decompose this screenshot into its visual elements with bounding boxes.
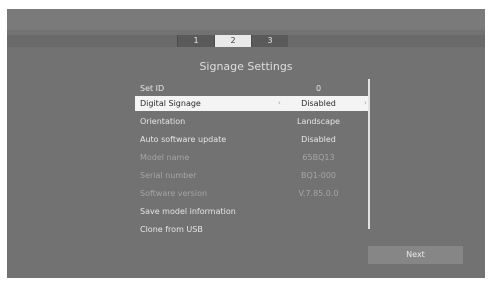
step-2-current: 2: [214, 35, 251, 47]
setting-value: 65BQ13: [302, 153, 335, 162]
top-bar: [7, 9, 485, 30]
setting-value: Disabled: [301, 99, 336, 108]
chevron-right-icon[interactable]: ›: [364, 96, 367, 111]
setting-label: Save model information: [140, 207, 236, 216]
step-indicator: 1 2 3: [7, 35, 485, 47]
setting-value: V.7.85.0.0: [298, 189, 339, 198]
setting-label: Software version: [140, 189, 208, 198]
setting-label: Digital Signage: [140, 99, 201, 108]
chevron-left-icon[interactable]: ‹: [278, 96, 281, 111]
setting-clone-from-usb[interactable]: Clone from USB: [135, 222, 369, 237]
setting-auto-software-update[interactable]: Auto software update Disabled: [135, 132, 369, 147]
setting-label: Orientation: [140, 117, 186, 126]
step-3: 3: [251, 35, 288, 47]
page-title: Signage Settings: [199, 60, 293, 73]
setting-label: Serial number: [140, 171, 197, 180]
setting-save-model-information[interactable]: Save model information: [135, 204, 369, 219]
setting-value: BQ1-000: [300, 171, 337, 180]
setting-label: Set ID: [140, 84, 165, 93]
setting-value: 0: [315, 84, 322, 93]
setting-label: Auto software update: [140, 135, 227, 144]
setting-label: Model name: [140, 153, 190, 162]
setting-model-name: Model name 65BQ13: [135, 150, 369, 165]
setting-digital-signage[interactable]: Digital Signage ‹ Disabled ›: [135, 96, 369, 111]
scrollbar[interactable]: [368, 79, 370, 229]
next-button[interactable]: Next: [368, 246, 463, 264]
setting-value: Disabled: [301, 135, 336, 144]
setting-label: Clone from USB: [140, 225, 203, 234]
signage-settings-panel: 1 2 3 Signage Settings Set ID 0 Digital …: [7, 9, 485, 278]
setting-orientation[interactable]: Orientation Landscape: [135, 114, 369, 129]
setting-set-id[interactable]: Set ID 0: [135, 81, 369, 96]
setting-value: Landscape: [297, 117, 340, 126]
setting-software-version: Software version V.7.85.0.0: [135, 186, 369, 201]
setting-serial-number: Serial number BQ1-000: [135, 168, 369, 183]
step-1: 1: [177, 35, 214, 47]
